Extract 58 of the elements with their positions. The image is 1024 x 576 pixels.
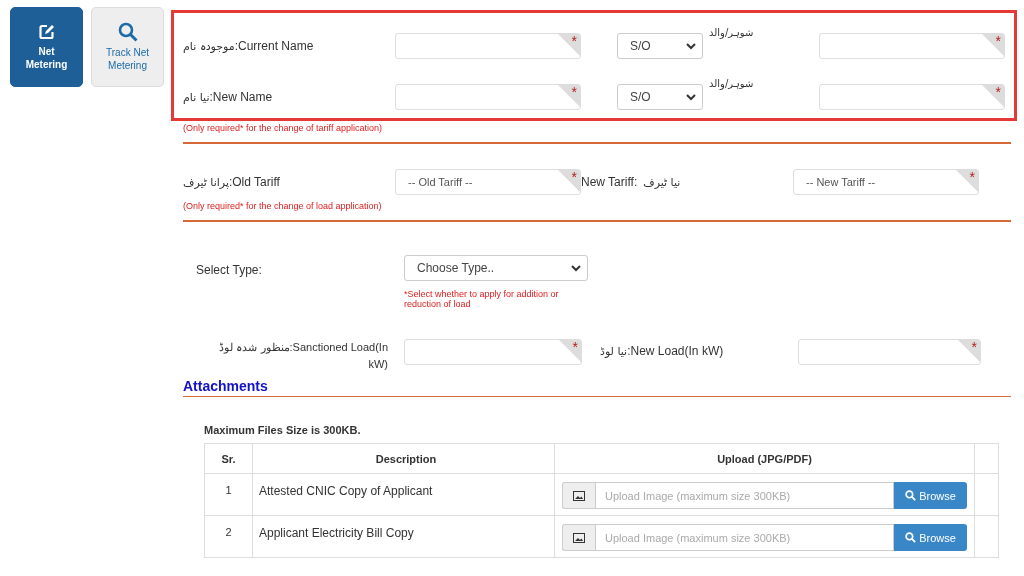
- field-label: :New Name: [209, 90, 273, 104]
- input-field[interactable]: -- Old Tariff -- *: [395, 169, 581, 195]
- chevron-down-icon: [571, 264, 581, 272]
- required-mark: *: [969, 170, 975, 185]
- nav-tile[interactable]: Net Metering: [10, 7, 83, 87]
- urdu-label: پرانا ٹیرف: [183, 175, 229, 189]
- column-header: Upload (JPG/PDF): [554, 443, 975, 474]
- table-cell: Applicant Electricity Bill Copy: [252, 515, 555, 558]
- field-label: :Current Name: [234, 39, 314, 53]
- required-mark: *: [572, 340, 578, 355]
- image-icon: [562, 482, 595, 509]
- field-label: New Tariff:: [581, 175, 638, 189]
- search-icon: [117, 21, 138, 42]
- section-title: Attachments: [183, 378, 269, 394]
- note-text: (Only required* for the change of tariff application): [183, 123, 383, 133]
- table-cell: Attested CNIC Copy of Applicant: [252, 473, 555, 516]
- browse-button[interactable]: Browse: [894, 482, 967, 509]
- required-mark: *: [571, 34, 577, 49]
- input-field[interactable]: *: [819, 84, 1005, 110]
- search-icon: [905, 532, 917, 543]
- required-mark: *: [995, 85, 1001, 100]
- required-mark: *: [971, 340, 977, 355]
- type-dropdown[interactable]: Choose Type..: [404, 255, 588, 281]
- required-mark: *: [571, 170, 577, 185]
- relation-dropdown[interactable]: S/O: [617, 33, 703, 59]
- search-icon: [905, 490, 917, 501]
- column-header: Sr.: [204, 443, 253, 474]
- size-limit-text: Maximum Files Size is 300KB.: [204, 424, 362, 436]
- browse-button[interactable]: Browse: [894, 524, 967, 551]
- field-label: Select Type:: [196, 262, 263, 279]
- input-field[interactable]: *: [395, 33, 581, 59]
- chevron-down-icon: [686, 93, 696, 101]
- relation-label: شوہر/والد: [708, 78, 755, 89]
- field-label: :Old Tariff: [228, 175, 280, 189]
- relation-dropdown[interactable]: S/O: [617, 84, 703, 110]
- table-cell: 2: [204, 515, 253, 558]
- image-icon: [562, 524, 595, 551]
- column-header: Description: [252, 443, 555, 474]
- input-field[interactable]: *: [395, 84, 581, 110]
- urdu-label: نیا نام: [183, 90, 210, 104]
- urdu-label: نیا ٹیرف: [643, 175, 681, 189]
- required-mark: *: [995, 34, 1001, 49]
- note-text: (Only required* for the change of load application): [183, 201, 383, 211]
- field-label: :New Load(In kW): [627, 344, 724, 358]
- note-text: *Select whether to apply for addition or reduction of load: [404, 289, 560, 309]
- nav-tile[interactable]: Track Net Metering: [91, 7, 164, 87]
- urdu-label: موجودہ نام: [183, 39, 235, 53]
- input-field[interactable]: *: [798, 339, 981, 365]
- input-field[interactable]: -- New Tariff -- *: [793, 169, 979, 195]
- table-cell: 1: [204, 473, 253, 516]
- relation-label: شوہر/والد: [708, 27, 755, 38]
- input-field[interactable]: *: [819, 33, 1005, 59]
- required-mark: *: [571, 85, 577, 100]
- field-label: منظور شدہ لوڈ:Sanctioned Load(In kW): [218, 340, 388, 372]
- chevron-down-icon: [686, 42, 696, 50]
- urdu-label: نیا لوڈ: [600, 344, 628, 358]
- edit-icon: [37, 22, 56, 41]
- input-field[interactable]: *: [404, 339, 582, 365]
